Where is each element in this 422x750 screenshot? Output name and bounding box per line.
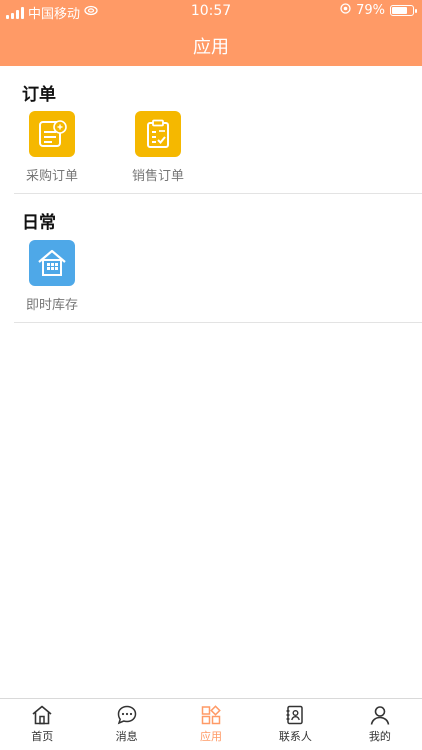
tab-home-label: 首页 xyxy=(31,730,54,743)
battery-percent: 79% xyxy=(356,3,385,18)
tab-messages[interactable]: 消息 xyxy=(84,699,168,750)
tab-contacts[interactable]: 联系人 xyxy=(253,699,337,750)
section-divider xyxy=(14,322,422,323)
battery-fill xyxy=(392,7,407,14)
sales-order-icon xyxy=(135,111,181,157)
message-icon xyxy=(117,705,136,725)
purchase-order-button[interactable]: 采购订单 xyxy=(12,111,92,184)
warehouse-icon xyxy=(29,240,75,286)
tab-home[interactable]: 首页 xyxy=(0,699,84,750)
inventory-button[interactable]: 即时库存 xyxy=(12,240,92,313)
sales-order-label: 销售订单 xyxy=(131,169,184,184)
status-bar: 中国移动 10:57 79% xyxy=(0,0,422,22)
battery-icon xyxy=(390,5,417,16)
tab-profile-label: 我的 xyxy=(368,730,391,743)
tab-profile[interactable]: 我的 xyxy=(338,699,422,750)
profile-icon xyxy=(370,706,390,725)
purchase-order-icon xyxy=(29,111,75,157)
inventory-label: 即时库存 xyxy=(25,298,78,313)
app-header: 中国移动 10:57 79% 应用 xyxy=(0,0,422,66)
section-title-daily: 日常 xyxy=(22,213,56,233)
tab-apps-label: 应用 xyxy=(200,730,223,743)
page-title: 应用 xyxy=(193,37,229,58)
app-screen: 中国移动 10:57 79% 应用 订单 采购订单 销售订单 日常 即时库存 首… xyxy=(0,0,422,750)
tab-contacts-label: 联系人 xyxy=(278,730,312,743)
section-title-orders: 订单 xyxy=(22,85,56,105)
tab-messages-label: 消息 xyxy=(115,730,138,743)
section-divider xyxy=(14,193,422,194)
tab-apps[interactable]: 应用 xyxy=(169,699,253,750)
home-icon xyxy=(32,705,52,725)
bottom-tab-bar: 首页 消息 应用 联系人 我的 xyxy=(0,698,422,750)
contacts-icon xyxy=(286,705,304,725)
apps-icon xyxy=(201,705,221,725)
sales-order-button[interactable]: 销售订单 xyxy=(118,111,198,184)
location-icon xyxy=(340,3,351,18)
status-right: 79% xyxy=(340,3,417,18)
purchase-order-label: 采购订单 xyxy=(25,169,78,184)
